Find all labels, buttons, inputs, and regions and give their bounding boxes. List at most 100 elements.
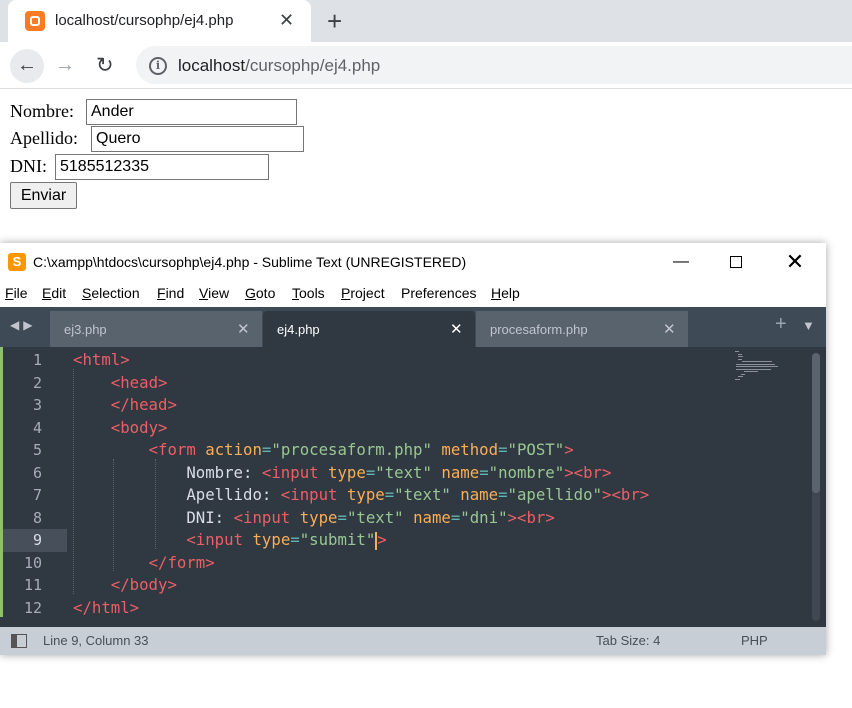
code-token: < [186,530,196,549]
menu-item[interactable]: Goto [245,285,275,301]
tab-close-icon[interactable]: ✕ [279,10,294,31]
code-token: html [91,597,130,617]
close-window-button[interactable]: ✕ [772,243,818,281]
menu-item[interactable]: Selection [82,285,140,301]
code-token: > [377,530,387,549]
tab-close-icon[interactable]: ✕ [237,320,250,338]
browser-tab[interactable]: localhost/cursophp/ej4.php ✕ [8,0,311,42]
minimap-line [736,368,771,370]
tab-procesaform[interactable]: procesaform.php ✕ [476,311,688,347]
site-info-icon[interactable]: i [149,57,167,75]
code-token: "submit" [299,530,376,549]
code-token: = [337,507,347,527]
tab-label: ej3.php [64,322,107,337]
code-token: </ [110,395,130,414]
minimize-button[interactable]: — [658,243,704,281]
code-token: > [602,462,612,482]
tab-size[interactable]: Tab Size: 4 [596,633,660,648]
menu-item[interactable]: File [5,285,28,301]
dni-input[interactable]: 5185512335 [55,154,269,180]
code-token: form [167,552,206,572]
menu-item[interactable]: View [199,285,229,301]
minimap-line [737,358,742,360]
back-button[interactable]: ← [10,49,44,83]
menu-item[interactable]: Preferences [401,285,476,301]
code-line: </head> [73,394,177,417]
tab-nav-arrows-icon[interactable]: ◀▶ [10,318,36,332]
enviar-button[interactable]: Enviar [10,182,77,209]
code-token: input [243,507,291,527]
line-number: 12 [23,598,42,617]
code-token: = [498,440,508,459]
code-token: < [280,485,291,504]
code-line: Apellido: <input type="text" name="apell… [73,484,649,507]
code-line: </body> [73,574,177,597]
menu-item[interactable]: Tools [292,285,325,301]
menu-item[interactable]: Edit [42,285,66,301]
nombre-input[interactable]: Ander [86,99,297,125]
new-file-icon[interactable]: + [775,313,787,336]
menu-item[interactable]: Help [491,285,520,301]
menu-mnemonic: G [245,285,256,301]
apellido-input[interactable]: Quero [91,126,304,152]
code-line: </html> [73,597,139,620]
address-bar[interactable]: i localhost/cursophp/ej4.php [136,46,852,84]
syntax-selector[interactable]: PHP [741,633,768,648]
scrollbar-thumb[interactable] [812,353,820,493]
tab-ej4[interactable]: ej4.php ✕ [263,311,475,347]
code-token: < [110,417,121,437]
forward-button[interactable]: → [55,49,75,82]
code-token: "text" [375,462,432,482]
minimap-line [742,361,773,362]
code-line: <input type="submit" > [73,529,387,552]
tab-list-chevron-icon[interactable]: ▼ [802,318,815,333]
minimap[interactable] [735,351,805,381]
line-number: 8 [32,508,42,527]
browser-tab-title: localhost/cursophp/ej4.php [55,12,234,29]
menu-mnemonic: H [491,285,502,301]
code-token: DNI: [73,507,234,527]
code-token: name [413,507,451,527]
menu-label: ools [299,285,325,301]
code-token: </ [110,575,130,594]
minimap-line [737,356,743,357]
code-token: html [82,350,121,369]
sidebar-toggle-icon[interactable] [11,634,27,648]
menu-label: iew [208,285,230,301]
code-token: < [261,462,272,482]
code-line: <html> [73,349,130,372]
menu-item[interactable]: Find [157,285,184,301]
xampp-favicon-icon [25,11,45,31]
maximize-button[interactable] [713,243,759,281]
code-token: type [252,530,291,549]
code-token: > [167,395,177,414]
reload-button[interactable]: ↻ [96,49,114,82]
url-text[interactable]: localhost/cursophp/ej4.php [178,56,380,76]
menu-label: roject [350,285,385,301]
code-token: type [346,485,385,504]
code-token: "text" [394,485,451,504]
vertical-scrollbar[interactable] [812,353,820,621]
code-line: DNI: <input type="text" name="dni"><br> [73,507,554,530]
new-tab-button[interactable]: + [327,6,342,37]
code-editor[interactable]: 1 2 3 4 5 6 7 8 9 10 11 12 <html> <head> </head> <b… [0,347,826,627]
code-token: type [299,507,338,527]
tab-close-icon[interactable]: ✕ [663,320,676,338]
apellido-label: Apellido: [10,128,78,148]
menu-item[interactable]: Project [341,285,385,301]
editor-tab-bar: ◀▶ ej3.php ✕ ej4.php ✕ procesaform.php ✕… [0,307,826,347]
code-token: = [365,462,376,482]
tab-ej3[interactable]: ej3.php ✕ [50,311,262,347]
minimap-line [744,371,759,372]
line-number: 5 [32,441,42,459]
code-token: input [290,485,338,504]
dni-label: DNI: [10,156,47,176]
tab-close-icon[interactable]: ✕ [450,320,463,338]
